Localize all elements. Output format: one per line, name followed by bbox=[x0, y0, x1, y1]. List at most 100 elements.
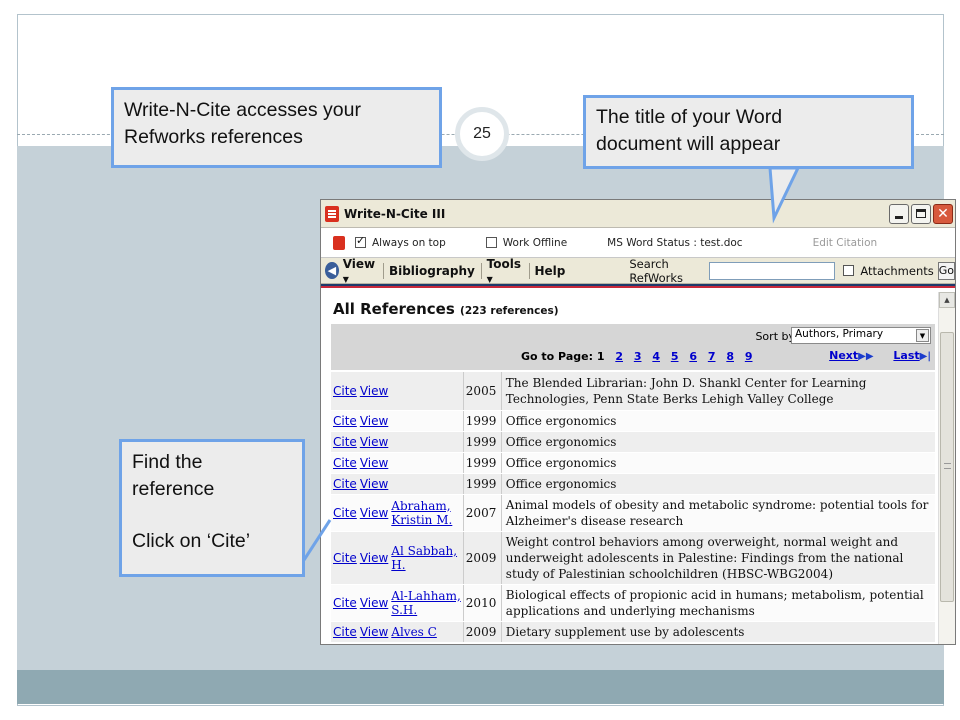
page-link[interactable]: 7 bbox=[708, 350, 716, 363]
callout-line: Refworks references bbox=[124, 126, 303, 148]
view-link[interactable]: View bbox=[360, 384, 388, 398]
title-cell: Office ergonomics bbox=[501, 473, 935, 495]
accent-bar bbox=[321, 284, 955, 288]
author-cell: Alves C bbox=[391, 621, 464, 643]
table-row: Cite View Abraham, Kristin M. 2007 Animal mo… bbox=[331, 494, 935, 532]
view-link[interactable]: View bbox=[360, 625, 388, 639]
maximize-button[interactable] bbox=[911, 203, 931, 224]
cite-link[interactable]: Cite bbox=[333, 414, 357, 428]
author-link[interactable]: Al Sabbah, H. bbox=[391, 544, 457, 572]
options-bar: Always on top Work Offline MS Word Statu… bbox=[321, 228, 955, 258]
cite-link[interactable]: Cite bbox=[333, 625, 357, 639]
table-row: Cite View Alves C 2009 Dietary supplement us… bbox=[331, 621, 935, 643]
attachments-checkbox[interactable] bbox=[843, 265, 855, 276]
author-link[interactable]: Abraham, Kristin M. bbox=[391, 499, 452, 527]
view-link[interactable]: View bbox=[360, 477, 388, 491]
view-link[interactable]: View bbox=[360, 435, 388, 449]
heading-text: All References bbox=[333, 300, 455, 318]
sort-selected-value: Authors, Primary bbox=[795, 328, 884, 340]
view-link[interactable]: View bbox=[360, 506, 388, 520]
always-on-top-option[interactable]: Always on top bbox=[355, 234, 446, 249]
row-actions: Cite View bbox=[331, 473, 392, 495]
title-cell: Office ergonomics bbox=[501, 452, 935, 474]
window-titlebar: Write-N-Cite III ✕ bbox=[321, 200, 955, 228]
row-actions: Cite View bbox=[331, 531, 392, 585]
cite-link[interactable]: Cite bbox=[333, 384, 357, 398]
page-link[interactable]: 2 bbox=[615, 350, 623, 363]
word-status: MS Word Status : test.doc bbox=[607, 236, 743, 249]
vertical-scrollbar[interactable]: ▲ bbox=[938, 292, 955, 644]
chevron-down-icon: ▼ bbox=[486, 274, 493, 284]
minimize-button[interactable] bbox=[889, 203, 909, 224]
callout-line: reference bbox=[132, 478, 215, 500]
cite-link[interactable]: Cite bbox=[333, 506, 357, 520]
work-offline-option[interactable]: Work Offline bbox=[485, 236, 568, 249]
page-link[interactable]: 4 bbox=[652, 350, 660, 363]
year-cell: 1999 bbox=[462, 473, 502, 495]
search-input[interactable] bbox=[709, 261, 836, 280]
view-link[interactable]: View bbox=[360, 414, 388, 428]
row-actions: Cite View bbox=[331, 621, 392, 643]
chevron-down-icon[interactable]: ▼ bbox=[916, 329, 929, 342]
pager-current: 1 bbox=[596, 350, 605, 363]
author-link[interactable]: Al-Lahham, S.H. bbox=[391, 589, 461, 617]
pager-label: Go to Page: bbox=[521, 350, 593, 363]
scroll-up-icon[interactable]: ▲ bbox=[939, 292, 955, 308]
last-page-icon[interactable]: ▶| bbox=[920, 351, 931, 362]
page-link[interactable]: 8 bbox=[726, 350, 734, 363]
cite-link[interactable]: Cite bbox=[333, 596, 357, 610]
cite-link[interactable]: Cite bbox=[333, 477, 357, 491]
cite-link[interactable]: Cite bbox=[333, 551, 357, 565]
menu-bibliography[interactable]: Bibliography bbox=[389, 264, 475, 278]
row-actions: Cite View bbox=[331, 431, 392, 453]
scroll-thumb[interactable] bbox=[940, 332, 954, 602]
slide-footer-band bbox=[17, 670, 944, 704]
sort-select[interactable]: Authors, Primary ▼ bbox=[791, 327, 931, 344]
double-arrow-right-icon[interactable]: ▶▶ bbox=[858, 351, 873, 362]
menu-help[interactable]: Help bbox=[534, 264, 565, 278]
page-number: 25 bbox=[455, 107, 509, 161]
work-offline-checkbox[interactable] bbox=[485, 237, 497, 248]
search-label: Search RefWorks bbox=[629, 256, 684, 285]
table-row: Cite View 1999 Office ergonomics bbox=[331, 473, 935, 495]
page-link[interactable]: 3 bbox=[634, 350, 642, 363]
page-link[interactable]: 9 bbox=[745, 350, 753, 363]
back-arrow-icon[interactable]: ◀ bbox=[325, 262, 339, 279]
title-cell: Biological effects of propionic acid in … bbox=[501, 584, 935, 622]
page-link[interactable]: 6 bbox=[689, 350, 697, 363]
write-n-cite-window: Write-N-Cite III ✕ Always on top Work Of… bbox=[320, 199, 956, 645]
references-panel: All References (223 references) Sort by … bbox=[321, 292, 939, 644]
toolbar-separator bbox=[528, 262, 530, 279]
row-actions: Cite View bbox=[331, 494, 392, 532]
menu-tools[interactable]: Tools ▼ bbox=[487, 257, 523, 285]
attachments-label: Attachments bbox=[860, 263, 934, 278]
row-actions: Cite View bbox=[331, 372, 392, 411]
year-cell: 2009 bbox=[462, 531, 502, 585]
go-button[interactable]: Go bbox=[937, 261, 955, 280]
cite-link[interactable]: Cite bbox=[333, 456, 357, 470]
close-button[interactable]: ✕ bbox=[933, 203, 953, 224]
callout-line: Click on ‘Cite’ bbox=[132, 530, 251, 552]
row-actions: Cite View bbox=[331, 410, 392, 432]
app-document-icon bbox=[325, 205, 339, 222]
author-link[interactable]: Alves C bbox=[391, 625, 437, 639]
title-cell: Office ergonomics bbox=[501, 410, 935, 432]
attachments-option[interactable]: Attachments bbox=[843, 263, 934, 278]
author-cell: Abraham, Kristin M. bbox=[391, 494, 464, 532]
edit-citation-button[interactable]: Edit Citation bbox=[813, 237, 878, 249]
page-link[interactable]: 5 bbox=[671, 350, 679, 363]
view-link[interactable]: View bbox=[360, 596, 388, 610]
row-actions: Cite View bbox=[331, 584, 392, 622]
next-link[interactable]: Next bbox=[829, 349, 858, 362]
callout-find-reference: Find the reference Click on ‘Cite’ bbox=[119, 439, 305, 577]
author-cell bbox=[391, 452, 464, 474]
view-link[interactable]: View bbox=[360, 456, 388, 470]
cite-link[interactable]: Cite bbox=[333, 435, 357, 449]
view-link[interactable]: View bbox=[360, 551, 388, 565]
year-cell: 1999 bbox=[462, 410, 502, 432]
year-cell: 1999 bbox=[462, 452, 502, 474]
work-offline-label: Work Offline bbox=[502, 236, 568, 249]
last-link[interactable]: Last bbox=[893, 349, 919, 362]
menu-view[interactable]: View ▼ bbox=[343, 257, 377, 285]
always-on-top-checkbox[interactable] bbox=[355, 234, 366, 248]
